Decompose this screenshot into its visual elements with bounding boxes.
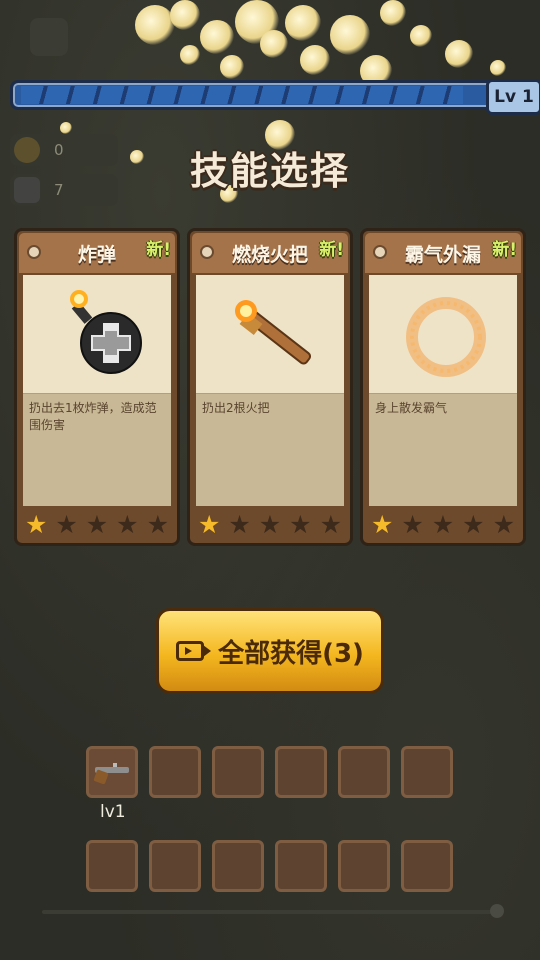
- bomb-icon: [70, 290, 142, 374]
- level-badge: Lv 1: [486, 79, 540, 115]
- xp-progress-bar: [10, 80, 530, 110]
- new-badge: 新!: [146, 240, 171, 260]
- star-icon-filled: ★: [371, 510, 394, 539]
- skill-name: 燃烧火把: [231, 243, 308, 266]
- skill-card-header: 燃烧火把 新!: [192, 233, 348, 273]
- get-all-label: 全部获得(3): [218, 638, 364, 669]
- skill-art: [369, 275, 517, 393]
- new-badge: 新!: [319, 240, 344, 260]
- joystick-knob[interactable]: [490, 904, 504, 918]
- skill-card-header: 炸弹 新!: [19, 233, 175, 273]
- skill-description-box: 扔出去1枚炸弹，造成范围伤害: [23, 393, 171, 506]
- star-icon-empty: ★: [289, 510, 312, 539]
- star-icon-filled: ★: [198, 510, 221, 539]
- nail-icon: [373, 245, 387, 259]
- passive-slot-6[interactable]: [401, 840, 453, 892]
- star-icon-filled: ★: [25, 510, 48, 539]
- skill-description: 身上散发霸气: [375, 401, 448, 415]
- skill-card-torch[interactable]: 燃烧火把 新! 扔出2根火把 ★ ★ ★ ★ ★: [187, 228, 353, 546]
- star-icon-empty: ★: [228, 510, 251, 539]
- weapon-slot-6[interactable]: [401, 746, 453, 798]
- skill-description: 扔出去1枚炸弹，造成范围伤害: [29, 401, 157, 432]
- pause-button[interactable]: [30, 18, 68, 56]
- skill-art: [196, 275, 344, 393]
- star-rating: ★ ★ ★ ★ ★: [198, 511, 342, 539]
- star-icon-empty: ★: [401, 510, 424, 539]
- skill-art: [23, 275, 171, 393]
- star-icon-empty: ★: [85, 510, 109, 539]
- star-icon-empty: ★: [492, 510, 515, 539]
- star-rating: ★ ★ ★ ★ ★: [25, 511, 169, 539]
- torch-icon: [235, 300, 312, 365]
- star-icon-empty: ★: [258, 510, 282, 539]
- video-ad-icon: [176, 641, 212, 661]
- nail-icon: [27, 245, 41, 259]
- star-rating: ★ ★ ★ ★ ★: [371, 511, 515, 539]
- weapon-slot-1[interactable]: [86, 746, 138, 798]
- weapon-slot-3[interactable]: [212, 746, 264, 798]
- weapon-level-label: lv1: [100, 802, 126, 822]
- skill-description-box: 身上散发霸气: [369, 393, 517, 506]
- weapon-slot-2[interactable]: [149, 746, 201, 798]
- passive-slot-5[interactable]: [338, 840, 390, 892]
- weapon-slot-4[interactable]: [275, 746, 327, 798]
- nail-icon: [200, 245, 214, 259]
- joystick-track: [42, 910, 502, 914]
- skill-card-bomb[interactable]: 炸弹 新! 扔出去1枚炸弹，造成范围伤害 ★ ★ ★ ★ ★: [14, 228, 180, 546]
- new-badge: 新!: [492, 240, 517, 260]
- skill-description: 扔出2根火把: [202, 401, 270, 415]
- star-icon-empty: ★: [55, 510, 78, 539]
- skill-card-aura[interactable]: 霸气外漏 新! 身上散发霸气 ★ ★ ★ ★ ★: [360, 228, 526, 546]
- passive-slot-2[interactable]: [149, 840, 201, 892]
- rifle-icon: [93, 763, 129, 785]
- star-icon-empty: ★: [462, 510, 485, 539]
- skill-name: 霸气外漏: [404, 243, 481, 266]
- page-title: 技能选择: [189, 149, 350, 193]
- weapon-slot-5[interactable]: [338, 746, 390, 798]
- skill-description-box: 扔出2根火把: [196, 393, 344, 506]
- passive-slot-4[interactable]: [275, 840, 327, 892]
- get-all-button[interactable]: 全部获得(3): [156, 608, 384, 694]
- passive-slot-3[interactable]: [212, 840, 264, 892]
- star-icon-empty: ★: [146, 510, 169, 539]
- star-icon-empty: ★: [431, 510, 455, 539]
- star-icon-empty: ★: [319, 510, 342, 539]
- skill-card-header: 霸气外漏 新!: [365, 233, 521, 273]
- xp-progress-fill: [21, 86, 464, 104]
- star-icon-empty: ★: [116, 510, 139, 539]
- aura-ring-icon: [406, 297, 486, 377]
- skill-name: 炸弹: [77, 243, 116, 266]
- passive-slot-1[interactable]: [86, 840, 138, 892]
